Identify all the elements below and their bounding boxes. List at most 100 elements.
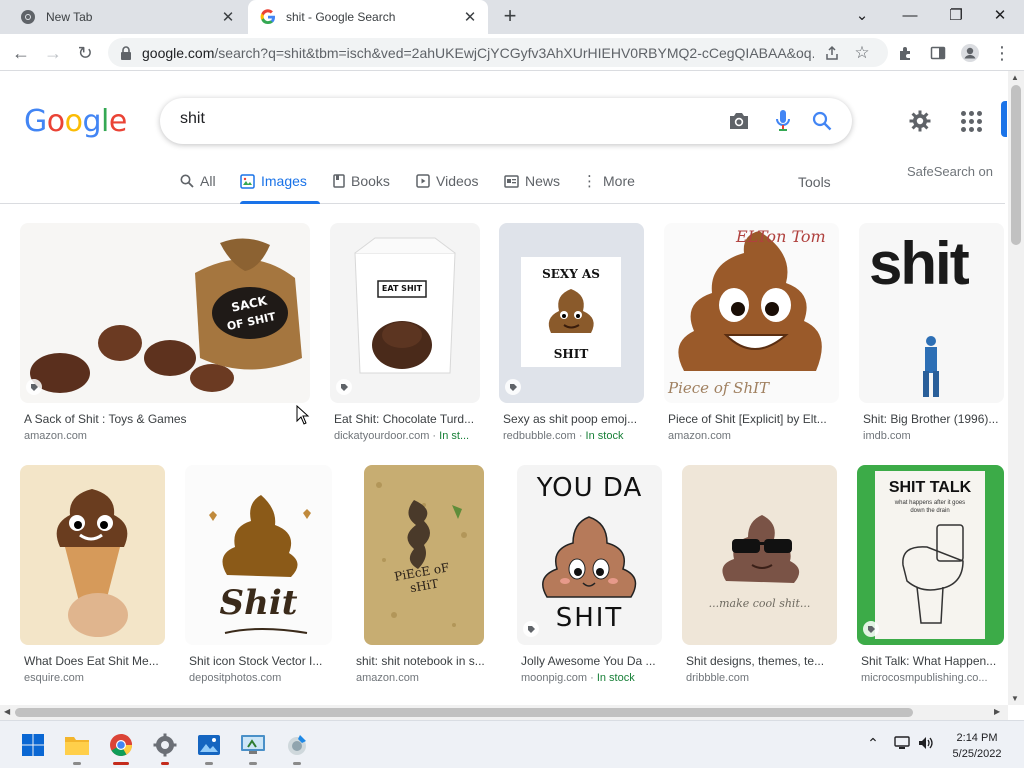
chrome-icon[interactable] <box>107 731 135 765</box>
result-thumbnail[interactable]: ELTon Tom Piece of ShIT <box>664 223 839 403</box>
profile-avatar-icon[interactable] <box>958 41 982 65</box>
vertical-scrollbar[interactable]: ▲ ▼ <box>1008 71 1024 705</box>
result-thumbnail[interactable]: ...make cool shit... <box>682 465 837 645</box>
settings-gear-icon[interactable] <box>906 107 934 135</box>
disk-cleanup-icon[interactable] <box>283 731 311 765</box>
close-window-button[interactable]: ✕ <box>986 3 1014 27</box>
lock-icon[interactable] <box>120 45 132 60</box>
tab-images[interactable]: Images <box>240 160 320 204</box>
forward-icon[interactable]: → <box>40 40 66 66</box>
result-title[interactable]: Shit: Big Brother (1996)... <box>863 412 1004 426</box>
search-icon[interactable] <box>809 108 835 134</box>
search-input[interactable] <box>180 110 700 128</box>
more-vert-icon: ⋮ <box>582 173 597 190</box>
tab-google-search[interactable]: shit - Google Search ✕ <box>248 0 488 34</box>
product-tag-icon <box>336 379 352 395</box>
close-icon[interactable]: ✕ <box>460 7 480 27</box>
image-result-card[interactable]: shit Shit: Big Brother (1996)... imdb.co… <box>859 223 1004 445</box>
bookmark-star-icon[interactable]: ☆ <box>850 41 874 65</box>
result-thumbnail[interactable]: SEXY AS SHIT <box>499 223 644 403</box>
video-icon <box>416 174 430 188</box>
image-caption: SHIT TALK <box>888 479 972 496</box>
result-title[interactable]: Shit designs, themes, te... <box>686 654 837 668</box>
restore-button[interactable]: ❐ <box>942 3 970 27</box>
extensions-icon[interactable] <box>894 41 918 65</box>
remote-desktop-icon[interactable] <box>239 731 267 765</box>
side-panel-icon[interactable] <box>926 41 950 65</box>
image-result-card[interactable]: ELTon Tom Piece of ShIT Piece of Shit [E… <box>664 223 839 445</box>
image-result-card[interactable]: SACK OF SHIT A Sack of Shit : Toys & Gam… <box>20 223 310 445</box>
product-tag-icon <box>523 621 539 637</box>
image-caption: Shit <box>219 583 298 623</box>
result-title[interactable]: Jolly Awesome You Da ... <box>521 654 662 668</box>
result-source: microcosmpublishing.co... <box>861 672 988 684</box>
news-icon <box>504 174 519 188</box>
volume-icon[interactable] <box>916 735 936 751</box>
image-icon <box>240 173 255 189</box>
result-title[interactable]: shit: shit notebook in s... <box>356 654 497 668</box>
photos-icon[interactable] <box>195 731 223 765</box>
horizontal-scrollbar[interactable]: ◀ ▶ <box>0 705 1008 720</box>
new-tab-button[interactable]: + <box>498 5 522 29</box>
sign-in-button[interactable] <box>1001 101 1007 137</box>
image-result-card[interactable]: PiEcE oF sHiT shit: shit notebook in s..… <box>352 465 497 687</box>
result-source: depositphotos.com <box>189 672 282 684</box>
tab-books[interactable]: Books <box>333 160 390 202</box>
tab-videos[interactable]: Videos <box>416 160 479 202</box>
scroll-right-icon[interactable]: ▶ <box>994 707 1000 716</box>
result-thumbnail[interactable]: Shit <box>185 465 332 645</box>
menu-kebab-icon[interactable]: ⋮ <box>990 41 1014 65</box>
tab-news[interactable]: News <box>504 160 560 202</box>
scrollbar-thumb[interactable] <box>1011 85 1021 245</box>
result-title[interactable]: Shit Talk: What Happen... <box>861 654 1004 668</box>
image-result-card[interactable]: ...make cool shit... Shit designs, theme… <box>682 465 837 687</box>
result-title[interactable]: What Does Eat Shit Me... <box>24 654 165 668</box>
image-result-card[interactable]: Shit Shit icon Stock Vector I... deposit… <box>185 465 332 687</box>
network-icon[interactable] <box>892 735 912 751</box>
windows-start-icon[interactable] <box>19 731 47 759</box>
image-result-card[interactable]: What Does Eat Shit Me... esquire.com <box>20 465 165 687</box>
result-title[interactable]: Sexy as shit poop emoj... <box>503 412 644 426</box>
tools-button[interactable]: Tools <box>798 174 831 190</box>
scroll-down-icon[interactable]: ▼ <box>1011 694 1019 703</box>
result-title[interactable]: Piece of Shit [Explicit] by Elt... <box>668 412 839 426</box>
result-thumbnail[interactable] <box>20 465 165 645</box>
minimize-button[interactable]: — <box>896 3 924 27</box>
result-thumbnail[interactable]: PiEcE oF sHiT <box>364 465 484 645</box>
safesearch-toggle[interactable]: SafeSearch on <box>907 164 993 179</box>
scroll-up-icon[interactable]: ▲ <box>1011 73 1019 82</box>
show-hidden-icons-chevron-icon[interactable]: ⌃ <box>864 735 882 752</box>
result-title[interactable]: Eat Shit: Chocolate Turd... <box>334 412 480 426</box>
image-result-card[interactable]: SHIT TALK what happens after it goes dow… <box>857 465 1004 687</box>
back-icon[interactable]: ← <box>8 40 34 66</box>
tab-search-icon[interactable]: ⌄ <box>848 3 876 27</box>
tab-all[interactable]: All <box>180 160 216 202</box>
result-thumbnail[interactable]: SACK OF SHIT <box>20 223 310 403</box>
result-title[interactable]: Shit icon Stock Vector I... <box>189 654 332 668</box>
image-result-card[interactable]: SEXY AS SHIT Sexy as shit poop emoj... r… <box>499 223 644 445</box>
google-apps-icon[interactable] <box>958 108 982 132</box>
image-result-card[interactable]: EAT SHIT Eat Shit: Chocolate Turd... dic… <box>330 223 480 445</box>
reload-icon[interactable]: ↻ <box>72 40 98 66</box>
result-thumbnail[interactable]: shit <box>859 223 1004 403</box>
scrollbar-thumb[interactable] <box>15 708 913 717</box>
result-thumbnail[interactable]: EAT SHIT <box>330 223 480 403</box>
tab-new-tab[interactable]: New Tab ✕ <box>8 0 246 34</box>
close-icon[interactable]: ✕ <box>218 7 238 27</box>
camera-search-icon[interactable] <box>726 108 752 134</box>
share-icon[interactable] <box>820 41 844 65</box>
file-explorer-icon[interactable] <box>63 731 91 765</box>
result-thumbnail[interactable]: SHIT TALK what happens after it goes dow… <box>857 465 1004 645</box>
image-result-card[interactable]: YOU DA SHIT Jolly Awesome You Da ... moo… <box>517 465 662 687</box>
google-logo[interactable]: Google <box>24 104 127 139</box>
address-bar[interactable]: google.com/search?q=shit&tbm=isch&ved=2a… <box>108 38 888 67</box>
tab-label: News <box>525 173 561 189</box>
logo-letter: g <box>82 104 102 139</box>
result-title[interactable]: A Sack of Shit : Toys & Games <box>24 412 306 426</box>
tab-more[interactable]: ⋮ More <box>582 160 635 202</box>
settings-icon[interactable] <box>151 731 179 765</box>
system-clock[interactable]: 2:14 PM 5/25/2022 <box>942 730 1012 762</box>
voice-search-icon[interactable] <box>770 108 796 134</box>
result-thumbnail[interactable]: YOU DA SHIT <box>517 465 662 645</box>
scroll-left-icon[interactable]: ◀ <box>4 707 10 716</box>
